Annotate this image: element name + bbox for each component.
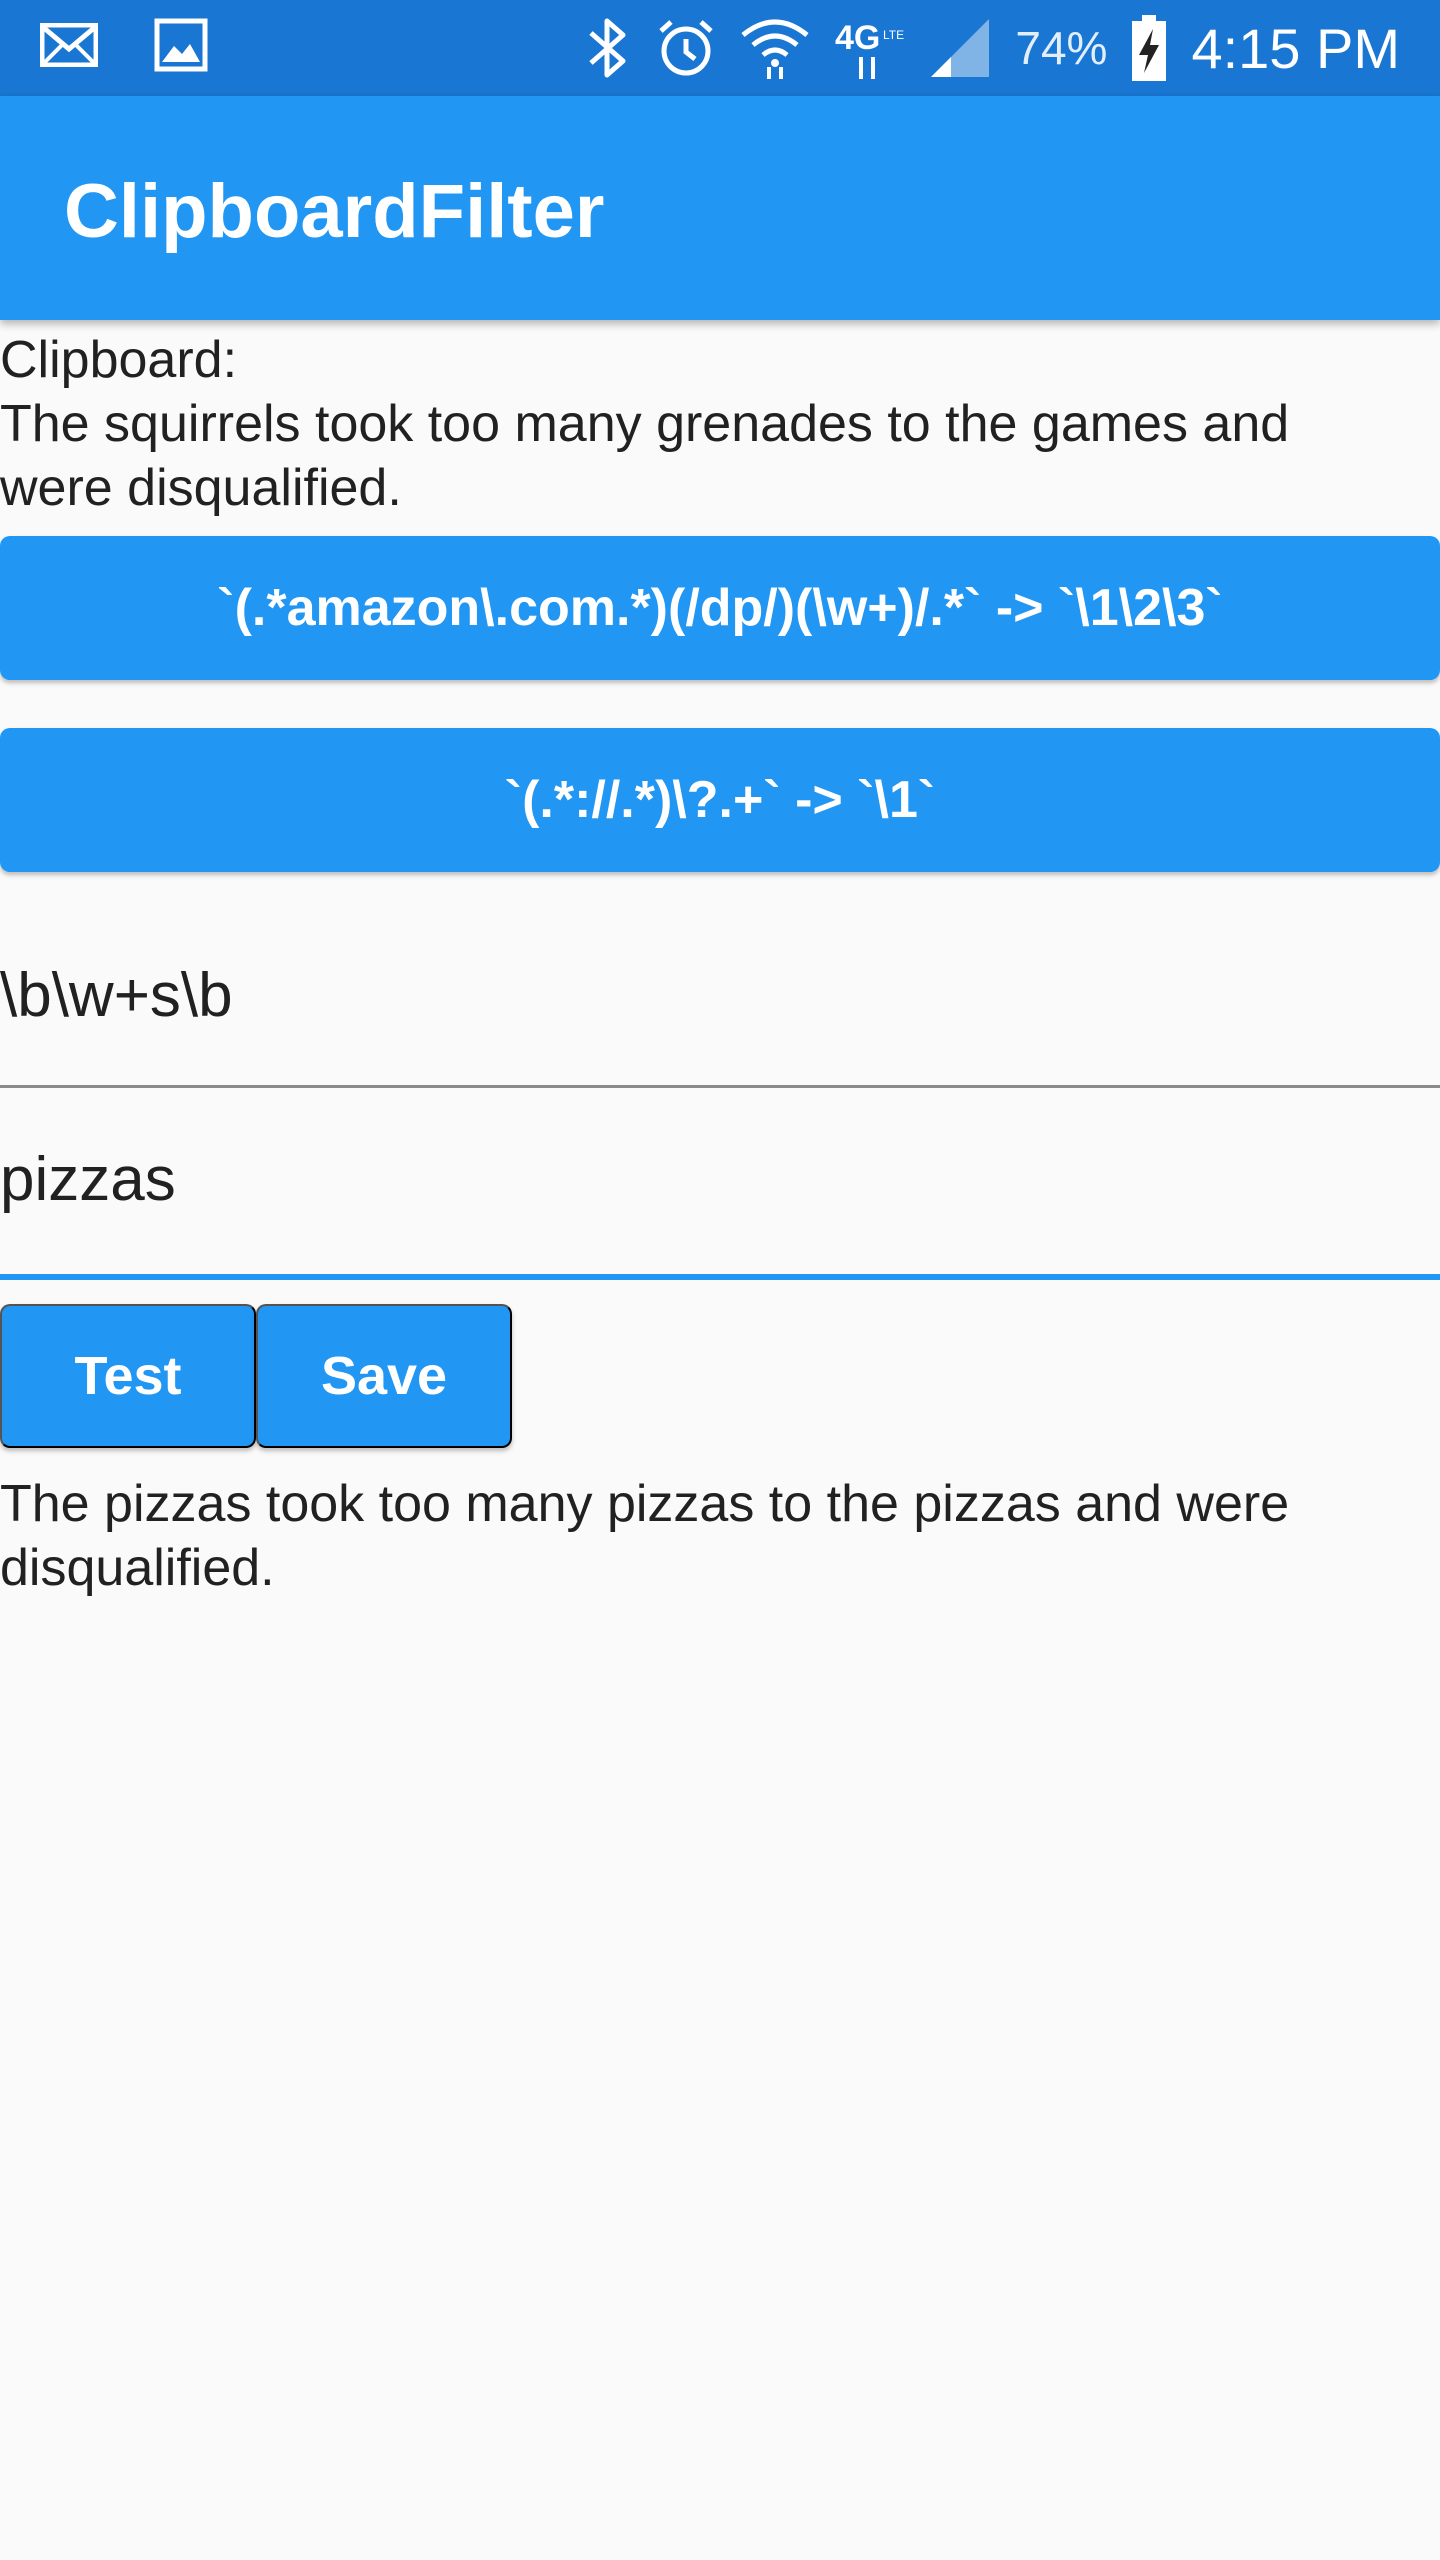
image-icon <box>154 18 208 72</box>
mail-icon <box>40 23 98 67</box>
battery-percent: 74% <box>1015 22 1108 74</box>
pattern-input[interactable]: \b\w+s\b <box>0 960 233 1031</box>
4g-lte-icon: 4G LTE <box>833 15 905 81</box>
filter-button-query-strip[interactable]: `(.*://.*)\?.+` -> `\1` <box>0 728 1440 872</box>
svg-text:4G: 4G <box>835 19 880 57</box>
clipboard-text: The squirrels took too many grenades to … <box>0 395 1290 517</box>
test-button[interactable]: Test <box>0 1304 256 1448</box>
pattern-field[interactable]: \b\w+s\b <box>0 920 1440 1088</box>
status-bar-system: 4G LTE 74% 4:15 PM <box>583 0 1400 96</box>
status-bar-notifications <box>40 18 208 72</box>
status-time: 4:15 PM <box>1191 16 1400 80</box>
save-button[interactable]: Save <box>256 1304 512 1448</box>
svg-text:LTE: LTE <box>883 28 904 42</box>
result-text: The pizzas took too many pizzas to the p… <box>0 1475 1290 1597</box>
app-bar: ClipboardFilter <box>0 96 1440 320</box>
bluetooth-icon <box>583 15 633 81</box>
alarm-icon <box>655 17 717 79</box>
status-bar: 4G LTE 74% 4:15 PM <box>0 0 1440 96</box>
signal-icon <box>927 15 993 81</box>
battery-charging-icon <box>1129 13 1169 83</box>
replacement-input[interactable]: pizzas <box>0 1144 176 1215</box>
wifi-icon <box>739 15 811 81</box>
clipboard-label: Clipboard: <box>0 331 238 389</box>
filter-button-amazon[interactable]: `(.*amazon\.com.*)(/dp/)(\w+)/.*` -> `\1… <box>0 536 1440 680</box>
replacement-field[interactable]: pizzas <box>0 1104 1440 1280</box>
app-title: ClipboardFilter <box>64 169 605 254</box>
